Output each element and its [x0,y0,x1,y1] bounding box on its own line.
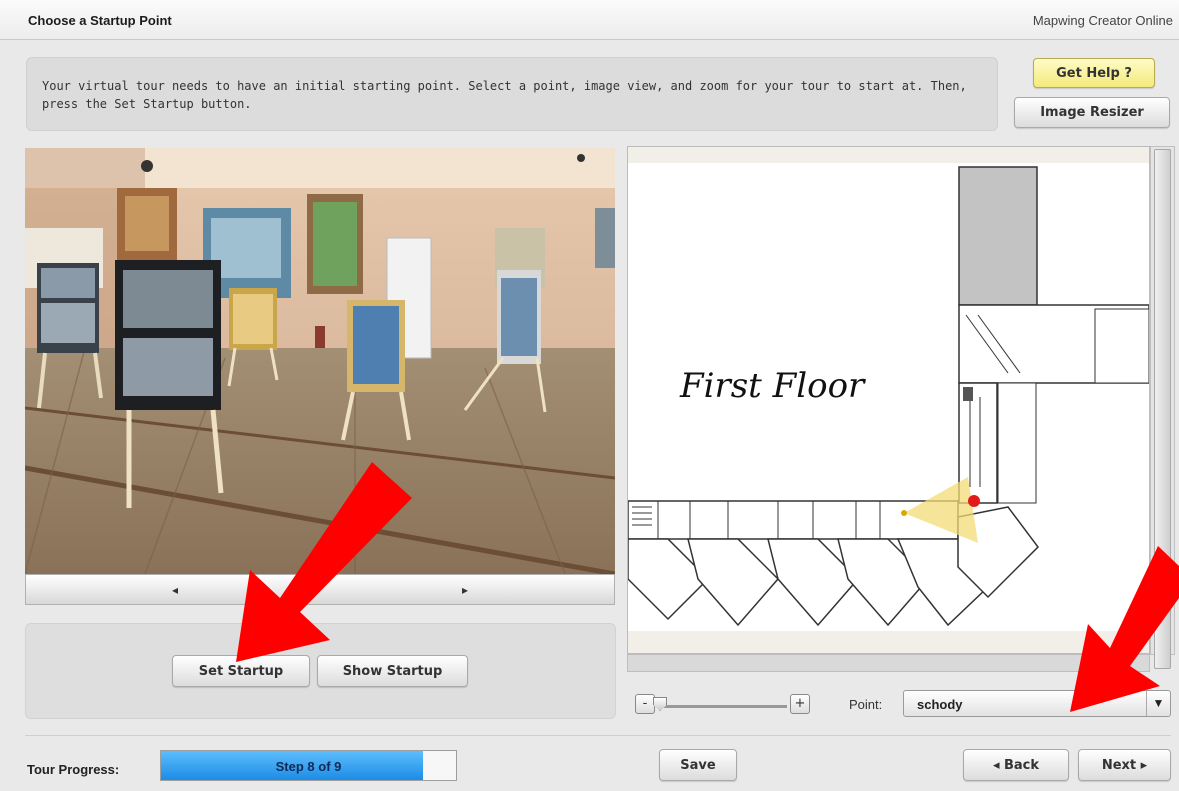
point-select[interactable]: schody ▼ [903,690,1171,717]
photo-nav-bar: ◂ ▸ [25,574,615,605]
get-help-button[interactable]: Get Help ? [1033,58,1155,88]
hallway-photo [25,148,615,574]
point-select-value: schody [917,697,963,712]
footer-divider [25,735,1171,736]
back-button[interactable]: ◂ Back [963,749,1069,781]
title-bar: Choose a Startup Point Mapwing Creator O… [0,0,1179,40]
save-button[interactable]: Save [659,749,737,781]
tour-progress-bar: Step 8 of 9 [160,750,457,781]
next-button[interactable]: Next ▸ [1078,749,1171,781]
tour-progress-text: Step 8 of 9 [275,759,342,774]
zoom-in-button[interactable]: + [790,694,810,714]
point-label: Point: [849,697,883,712]
panorama-photo[interactable] [25,148,615,574]
instructions-box: Your virtual tour needs to have an initi… [26,57,998,131]
page-title: Choose a Startup Point [28,13,172,28]
zoom-out-button[interactable]: - [635,694,655,714]
dropdown-caret-icon[interactable]: ▼ [1146,691,1170,716]
instructions-text: Your virtual tour needs to have an initi… [42,79,967,111]
floor-plan-drawing: First Floor [628,147,1149,653]
zoom-slider-track[interactable] [657,705,787,708]
floor-label: First Floor [679,366,866,406]
pan-right-icon[interactable]: ▸ [462,583,468,597]
image-resizer-button[interactable]: Image Resizer [1014,97,1170,128]
app-name: Mapwing Creator Online [1032,13,1173,28]
zoom-slider-thumb[interactable] [653,697,667,711]
map-vertical-scrollbar[interactable] [1150,146,1175,669]
pan-left-icon[interactable]: ◂ [172,583,178,597]
map-horizontal-scrollbar[interactable] [627,654,1150,672]
set-startup-button[interactable]: Set Startup [172,655,310,687]
tour-progress-label: Tour Progress: [27,762,120,777]
floor-plan-map[interactable]: First Floor [627,146,1150,654]
show-startup-button[interactable]: Show Startup [317,655,468,687]
